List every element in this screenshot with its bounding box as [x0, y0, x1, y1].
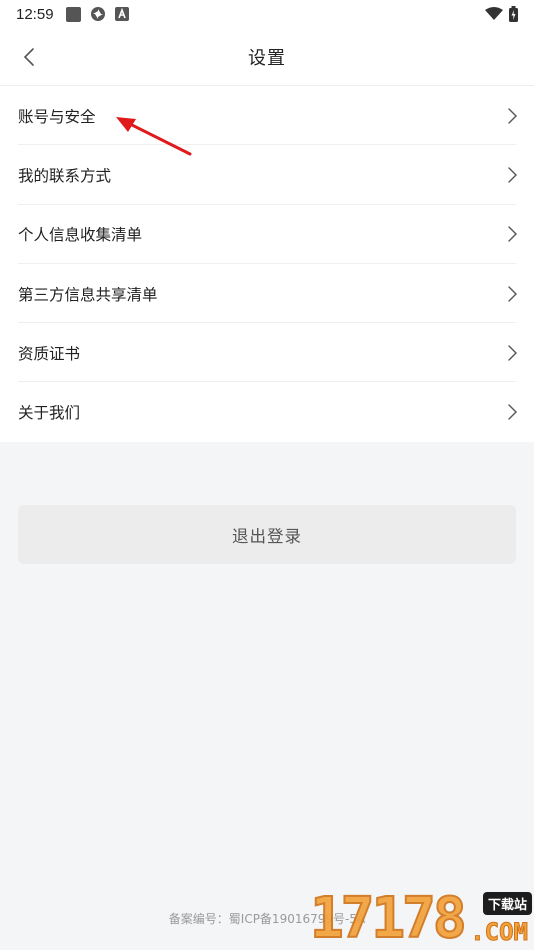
settings-menu-list: 账号与安全 我的联系方式 个人信息收集清单 第三方信息共享清单 资质证书 关于我… [0, 86, 534, 442]
a-app-icon [114, 7, 129, 21]
wifi-icon [485, 7, 503, 20]
menu-item-personal-info-list[interactable]: 个人信息收集清单 [0, 205, 534, 265]
back-button[interactable] [14, 42, 44, 72]
chevron-left-icon [23, 48, 34, 66]
menu-item-label: 关于我们 [18, 404, 81, 423]
menu-item-contact-info[interactable]: 我的联系方式 [0, 145, 534, 205]
battery-icon [509, 6, 518, 22]
logout-label: 退出登录 [232, 526, 302, 546]
chevron-right-icon [508, 285, 517, 302]
chevron-right-icon [508, 167, 517, 183]
logout-button[interactable]: 退出登录 [18, 505, 516, 564]
chevron-right-icon [508, 345, 517, 361]
menu-item-label: 账号与安全 [18, 107, 96, 126]
status-notification-icons [65, 6, 129, 22]
chevron-right-icon [508, 226, 517, 242]
chevron-right-icon [508, 404, 517, 420]
menu-item-label: 资质证书 [18, 344, 81, 363]
square-app-icon [65, 6, 81, 22]
status-time: 12:59 [16, 5, 54, 23]
chevron-right-icon [508, 107, 517, 124]
menu-item-account-security[interactable]: 账号与安全 [0, 86, 534, 146]
menu-item-label: 我的联系方式 [18, 166, 112, 185]
status-bar: 12:59 [0, 0, 534, 28]
menu-item-about-us[interactable]: 关于我们 [0, 382, 534, 441]
menu-item-third-party-sharing[interactable]: 第三方信息共享清单 [0, 264, 534, 324]
menu-item-label: 第三方信息共享清单 [18, 285, 158, 304]
sync-app-icon [90, 7, 105, 21]
status-system-icons [485, 6, 518, 22]
menu-item-certificates[interactable]: 资质证书 [0, 323, 534, 383]
icp-record-text: 备案编号：蜀ICP备19016799号-5A [168, 912, 366, 926]
menu-item-label: 个人信息收集清单 [18, 226, 143, 245]
app-header: 设置 [0, 28, 534, 86]
page-title: 设置 [248, 47, 286, 69]
